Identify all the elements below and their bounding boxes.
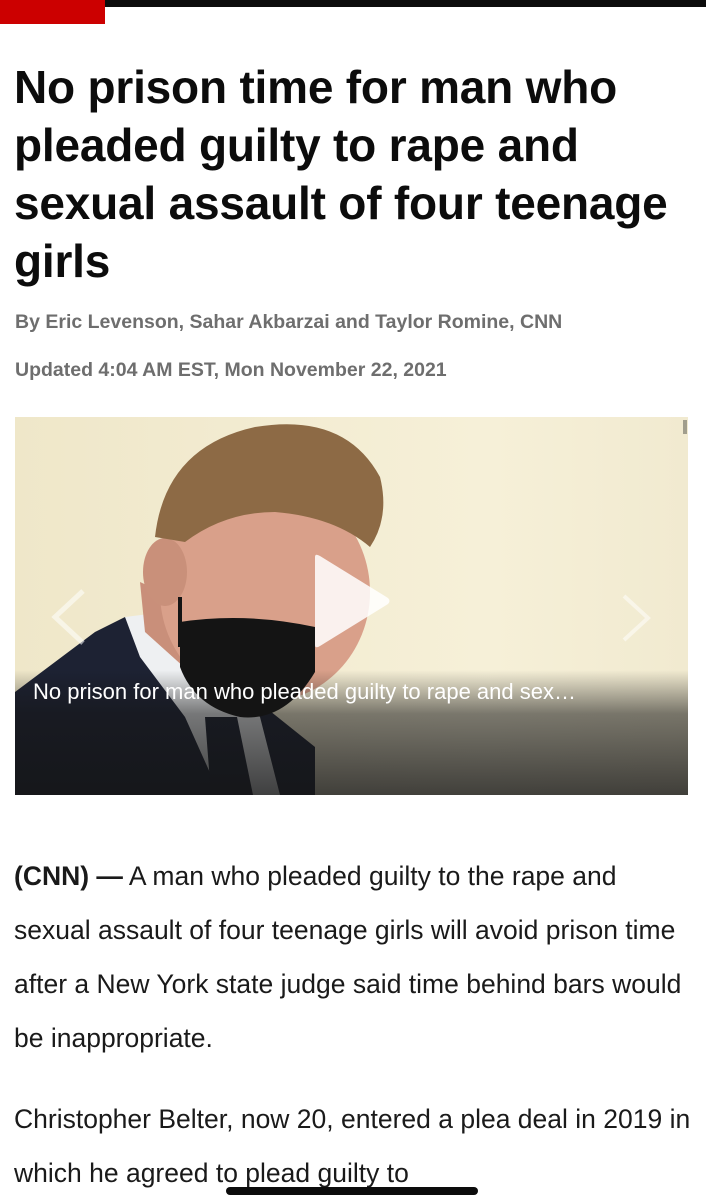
chevron-left-icon[interactable] [49,587,89,647]
article-paragraph: Christopher Belter, now 20, entered a pl… [14,1092,694,1200]
header-rule [105,0,706,7]
dateline: (CNN) — [14,861,123,891]
brand-tab[interactable] [0,0,105,24]
video-watermark [683,420,687,434]
article-paragraph: (CNN) — A man who pleaded guilty to the … [14,849,694,1065]
home-indicator[interactable] [226,1187,478,1195]
play-icon[interactable] [311,553,391,649]
paragraph-text: Christopher Belter, now 20, entered a pl… [14,1104,691,1188]
chevron-right-icon[interactable] [620,592,654,644]
video-player[interactable]: No prison for man who pleaded guilty to … [15,417,688,795]
video-caption: No prison for man who pleaded guilty to … [33,679,576,704]
article-timestamp: Updated 4:04 AM EST, Mon November 22, 20… [15,359,447,381]
article-headline: No prison time for man who pleaded guilt… [14,61,668,287]
article-byline: By Eric Levenson, Sahar Akbarzai and Tay… [15,311,563,333]
top-bar [0,0,706,24]
